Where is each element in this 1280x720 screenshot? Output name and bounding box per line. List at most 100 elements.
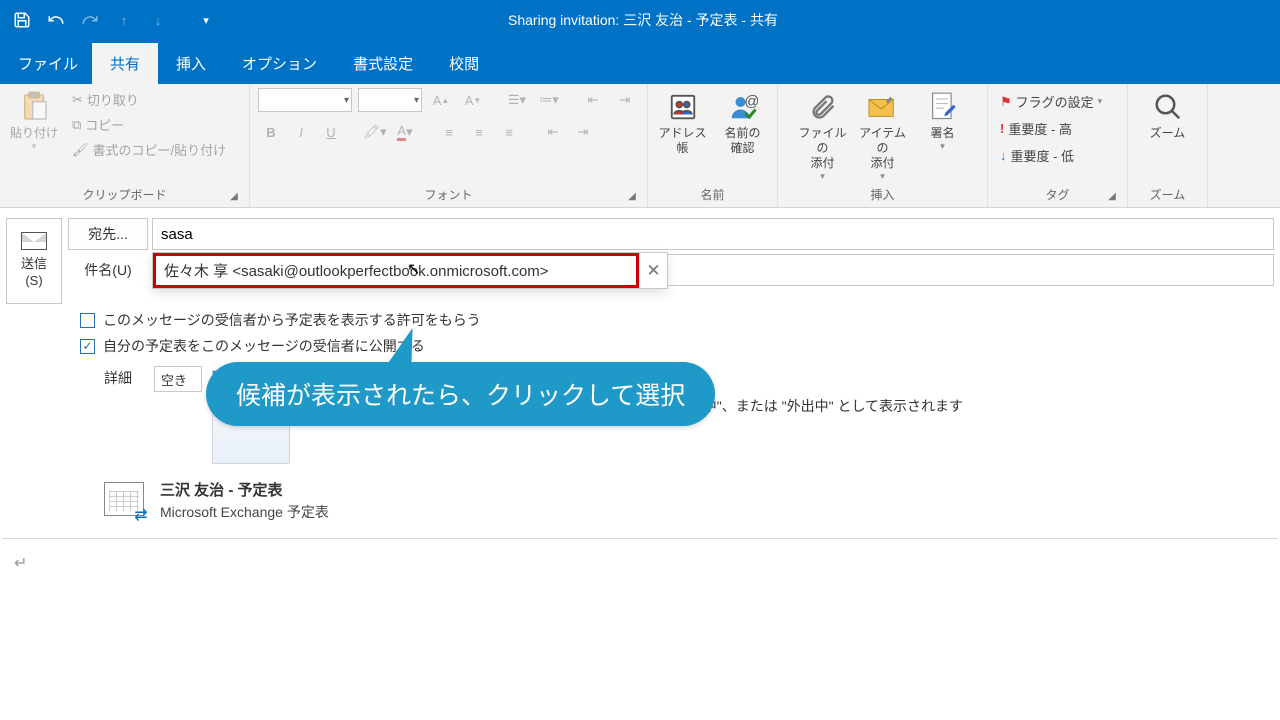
calendar-item-title: 三沢 友治 - 予定表 [160,479,329,500]
tab-file[interactable]: ファイル [4,43,92,84]
numbering-icon: ≔▾ [536,88,562,112]
attach-item-button[interactable]: アイテムの 添付▾ [857,88,909,182]
window-title: Sharing invitation: 三沢 友治 - 予定表 - 共有 [222,10,1064,30]
tags-dialog-launcher-icon[interactable]: ◢ [1105,189,1119,203]
tab-format[interactable]: 書式設定 [335,43,431,84]
zoom-icon [1151,90,1185,124]
align-center-icon: ≡ [466,120,492,144]
detail-combo[interactable]: 空き [154,366,202,392]
follow-up-button[interactable]: ⚑ フラグの設定 ▾ [996,90,1106,113]
message-body-editor[interactable]: ↵ [2,538,1278,668]
address-book-label: アドレス帳 [657,126,709,156]
bullets-icon: ☰▾ [504,88,530,112]
attach-item-icon [866,90,900,124]
tab-review[interactable]: 校閲 [431,43,497,84]
autocomplete-delete-button[interactable]: ✕ [639,253,667,288]
align-right-icon: ≡ [496,120,522,144]
shrink-font-icon: A▼ [460,88,486,112]
importance-high-button[interactable]: ! 重要度 - 高 [996,117,1106,140]
next-item-icon: ↓ [142,5,174,35]
title-bar: ↑ ↓ ▾ Sharing invitation: 三沢 友治 - 予定表 - … [0,0,1280,40]
subject-label: 件名(U) [68,260,148,280]
save-icon[interactable] [6,5,38,35]
tab-share[interactable]: 共有 [92,43,158,84]
permission-checkboxes: このメッセージの受信者から予定表を表示する許可をもらう ✓ 自分の予定表をこのメ… [0,304,1280,358]
highlight-icon: 🖍▾ [362,120,388,144]
paragraph-mark-icon: ↵ [14,555,27,572]
address-book-button[interactable]: アドレス帳 [657,88,709,156]
clipboard-dialog-launcher-icon[interactable]: ◢ [227,189,241,203]
importance-low-icon: ↓ [1000,148,1007,163]
signature-button[interactable]: 署名▾ [917,88,969,152]
attach-item-label: アイテムの 添付 [857,126,909,171]
instruction-callout: 候補が表示されたら、クリックして選択 [206,362,715,426]
cut-button: ✂ 切り取り [68,88,230,111]
address-book-icon [666,90,700,124]
calendar-icon: ⇄ [104,478,148,522]
qat-customize-icon[interactable]: ▾ [190,5,222,35]
bold-icon: B [258,120,284,144]
ribbon-tabs: ファイル 共有 挿入 オプション 書式設定 校閲 [0,40,1280,84]
importance-low-button[interactable]: ↓ 重要度 - 低 [996,144,1106,167]
outdent-icon: ⇤ [540,120,566,144]
autocomplete-item[interactable]: 佐々木 享 <sasaki@outlookperfectbook.onmicro… [153,253,639,288]
allow-view-checkbox[interactable]: ✓ [80,339,95,354]
check-names-label: 名前の 確認 [724,126,760,156]
group-tags: ⚑ フラグの設定 ▾ ! 重要度 - 高 ↓ 重要度 - 低 タグ ◢ [988,84,1128,207]
importance-low-label: 重要度 - 低 [1011,146,1075,165]
detail-label: 詳細 [104,368,144,388]
send-label: 送信 (S) [21,256,47,290]
align-left-icon: ≡ [436,120,462,144]
importance-high-icon: ! [1000,121,1004,136]
callout-text: 候補が表示されたら、クリックして選択 [206,362,715,426]
font-size-combo: ▾ [358,88,422,112]
close-icon: ✕ [646,261,660,281]
check-names-icon: @ [726,90,760,124]
copy-icon: ⧉ [72,117,81,133]
autocomplete-text: 佐々木 享 <sasaki@outlookperfectbook.onmicro… [164,260,549,281]
group-names: アドレス帳 @ 名前の 確認 名前 [648,84,778,207]
signature-label: 署名 [930,126,954,141]
send-button[interactable]: 送信 (S) [6,218,62,304]
brush-icon: 🖌 [72,142,89,158]
prev-item-icon: ↑ [108,5,140,35]
italic-icon: I [288,120,314,144]
group-clipboard-label: クリップボード [82,188,166,202]
importance-high-label: 重要度 - 高 [1008,119,1072,138]
attach-file-label: ファイルの 添付 [797,126,849,171]
group-zoom-label: ズーム [1150,188,1186,202]
compose-header: 送信 (S) 宛先... 佐々木 享 <sasaki@outlookperfec… [0,208,1280,304]
paste-button: 貼り付け ▾ [8,88,60,152]
group-font-label: フォント [424,188,472,202]
ribbon: 貼り付け ▾ ✂ 切り取り ⧉ コピー 🖌 書式のコピー/貼り付け クリップボー… [0,84,1280,208]
format-painter-label: 書式のコピー/貼り付け [93,140,227,159]
paste-icon [17,90,51,124]
group-include-label: 挿入 [870,188,894,202]
grow-font-icon: A▲ [428,88,454,112]
paperclip-icon [806,90,840,124]
to-button[interactable]: 宛先... [68,218,148,250]
zoom-label: ズーム [1150,126,1186,141]
to-field[interactable] [152,218,1274,250]
tab-insert[interactable]: 挿入 [158,43,224,84]
paste-label: 貼り付け [10,126,58,141]
request-permission-label: このメッセージの受信者から予定表を表示する許可をもらう [103,310,481,330]
indent-icon: ⇥ [570,120,596,144]
attach-file-button[interactable]: ファイルの 添付▾ [797,88,849,182]
font-dialog-launcher-icon[interactable]: ◢ [625,189,639,203]
request-permission-checkbox[interactable] [80,313,95,328]
scissors-icon: ✂ [72,92,83,108]
font-color-icon: A▾ [392,120,418,144]
undo-icon[interactable] [40,5,72,35]
zoom-button[interactable]: ズーム [1142,88,1194,141]
group-tags-label: タグ [1045,188,1069,202]
underline-icon: U [318,120,344,144]
font-name-combo: ▾ [258,88,352,112]
group-names-label: 名前 [700,188,724,202]
cut-label: 切り取り [87,90,139,109]
format-painter-button: 🖌 書式のコピー/貼り付け [68,138,230,161]
copy-label: コピー [85,115,124,134]
tab-options[interactable]: オプション [224,43,335,84]
check-names-button[interactable]: @ 名前の 確認 [717,88,769,156]
group-clipboard: 貼り付け ▾ ✂ 切り取り ⧉ コピー 🖌 書式のコピー/貼り付け クリップボー… [0,84,250,207]
